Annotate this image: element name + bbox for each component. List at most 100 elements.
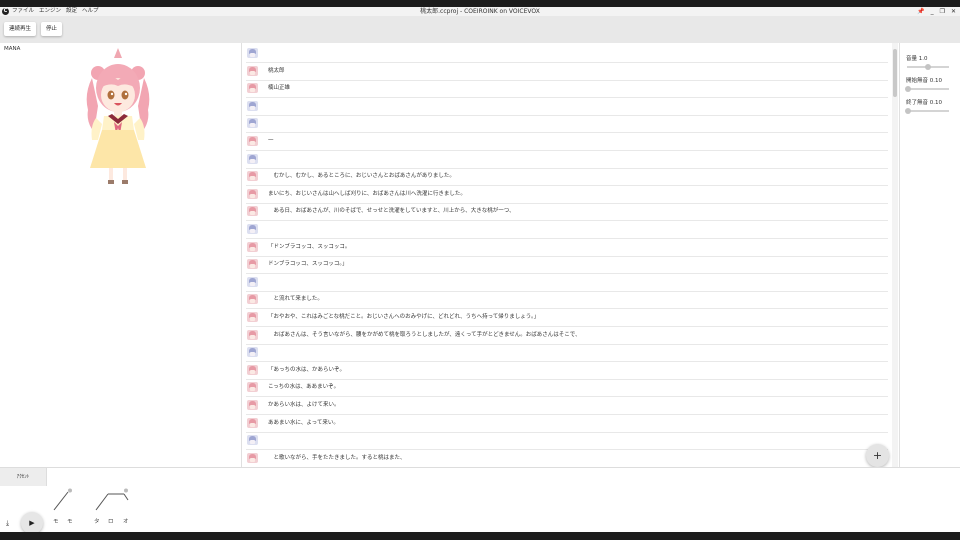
audio-cell-row[interactable]: おばあさんは、そう言いながら、腰をかがめて桃を取ろうとしましたが、遠くって手がと… [246,327,888,345]
speaker-avatar-icon[interactable] [247,171,258,182]
list-scrollbar[interactable] [892,43,898,467]
post-silence-slider[interactable] [905,108,949,114]
mora-label: オ [123,519,129,525]
audio-cell-row[interactable] [246,432,888,451]
audio-cell-row[interactable] [246,45,888,63]
pre-silence-label: 開始無音 0.10 [906,78,942,84]
speaker-avatar-icon[interactable] [247,347,258,358]
audio-cell-row[interactable]: 「ドンブラコッコ、スッコッコ。 [246,239,888,257]
pin-icon[interactable]: 📌 [917,7,924,16]
download-icon[interactable]: ⤓ [6,519,9,528]
stop-button[interactable]: 停止 [41,22,63,36]
audio-cell-row[interactable]: かあらい水は、よけて来い。 [246,397,888,415]
speaker-avatar-icon[interactable] [247,100,258,111]
character-portrait-pane: MANA [0,43,242,467]
audio-cell-row[interactable]: むかし、むかし、あるところに、おじいさんとおばあさんがありました。 [246,168,888,187]
audio-cell-row[interactable]: まいにち、おじいさんは山へしば刈りに、おばあさんは川へ洗濯に行きました。 [246,186,888,204]
cell-text[interactable]: ドンブラコッコ、スッコッコ。」 [268,256,348,273]
window-controls: 📌 _ ❐ ✕ [917,7,956,16]
window-title: 桃太郎.ccproj - COEIROINK on VOICEVOX [420,8,540,15]
speaker-avatar-icon[interactable] [247,136,258,146]
speaker-avatar-icon[interactable] [247,153,258,164]
audio-cell-row[interactable]: 「あっちの水は、かあらいぞ。 [246,362,888,380]
cell-text[interactable]: と流れて来ました。 [268,291,323,308]
speaker-avatar-icon[interactable] [247,312,258,322]
speaker-avatar-icon[interactable] [247,276,258,287]
mora-label: モ [53,519,59,525]
minimize-icon[interactable]: _ [931,7,934,16]
speaker-avatar-icon[interactable] [247,188,258,199]
scrollbar-thumb[interactable] [893,49,897,97]
speaker-avatar-icon[interactable] [247,65,258,76]
accent-phrase-graph[interactable] [50,488,140,514]
speaker-avatar-icon[interactable] [247,364,258,375]
cell-text[interactable]: まいにち、おじいさんは山へしば刈りに、おばあさんは川へ洗濯に行きました。 [268,186,466,203]
audio-cell-row[interactable] [246,115,888,134]
post-silence-slider-knob[interactable] [905,108,912,114]
toolbar: 連続再生 停止 [0,16,960,43]
audio-cell-row[interactable] [246,221,888,239]
audio-cell-row[interactable]: ああまい水に、よって来い。 [246,415,888,433]
audio-cell-row[interactable] [246,344,888,363]
speaker-avatar-icon[interactable] [247,294,258,305]
post-silence-label: 終了無音 0.10 [906,100,942,106]
cell-text[interactable]: かあらい水は、よけて来い。 [268,397,340,414]
audio-cell-row[interactable] [246,98,888,116]
audio-cell-row[interactable]: 一 [246,133,888,151]
audio-cell-row[interactable]: と流れて来ました。 [246,291,888,310]
speaker-avatar-icon[interactable] [247,241,258,252]
speaker-avatar-icon[interactable] [247,382,258,393]
speaker-avatar-icon[interactable] [247,259,258,270]
cell-text[interactable]: おばあさんは、そう言いながら、腰をかがめて桃を取ろうとしましたが、遠くって手がと… [268,327,581,344]
audio-cell-row[interactable]: と歌いながら、手をたたきました。すると桃はまた、 [246,450,888,467]
speaker-avatar-icon[interactable] [247,48,258,58]
cell-text[interactable]: むかし、むかし、あるところに、おじいさんとおばあさんがありました。 [268,168,455,185]
speaker-avatar-icon[interactable] [247,400,258,410]
volume-label: 音量 1.0 [906,56,928,62]
audio-cell-row[interactable]: 「おやおや、これはみごとな桃だこと。おじいさんへのおみやげに、どれどれ、うちへ持… [246,309,888,327]
audio-cell-row[interactable] [246,151,888,169]
audio-cell-row[interactable]: こっちの水は、ああまいぞ。 [246,379,888,398]
cell-text[interactable]: と歌いながら、手をたたきました。すると桃はまた、 [268,450,406,467]
parameter-panel: 音量 1.0 開始無音 0.10 終了無音 0.10 [899,43,960,467]
speaker-avatar-icon[interactable] [247,417,258,428]
audio-cell-row[interactable]: ある日、おばあさんが、川のそばで、せっせと洗濯をしていますと、川上から、大きな桃… [246,203,888,222]
volume-slider-knob[interactable] [925,64,931,70]
speaker-avatar-icon[interactable] [247,452,258,463]
speaker-avatar-icon[interactable] [247,435,258,446]
cell-text[interactable]: 一 [268,133,274,150]
tab-accent[interactable]: ｱｸｾﾝﾄ [0,468,47,486]
mora-label: モ [67,519,73,525]
audio-cell-row[interactable]: 桃太郎 [246,63,888,81]
mora-label: ロ [108,519,114,525]
cell-text[interactable]: ある日、おばあさんが、川のそばで、せっせと洗濯をしていますと、川上から、大きな桃… [268,203,515,220]
cell-text[interactable]: こっちの水は、ああまいぞ。 [268,379,339,396]
volume-slider[interactable] [907,64,949,70]
cell-text[interactable]: 「あっちの水は、かあらいぞ。 [268,362,345,379]
cell-text[interactable]: 「ドンブラコッコ、スッコッコ。 [268,239,350,256]
cell-text[interactable]: 桃太郎 [268,63,285,80]
speaker-avatar-icon[interactable] [247,118,258,129]
maximize-icon[interactable]: ❐ [940,7,945,16]
cell-text[interactable]: 「おやおや、これはみごとな桃だこと。おじいさんへのおみやげに、どれどれ、うちへ持… [268,309,539,326]
speaker-avatar-icon[interactable] [247,329,258,340]
title-bar: C ファイル エンジン 設定 ヘルプ 桃太郎.ccproj - COEIROIN… [0,7,960,16]
cell-text[interactable]: 楠山正雄 [268,80,290,97]
pre-silence-slider-knob[interactable] [905,86,912,92]
audio-cell-list: 桃太郎 楠山正雄一 むかし、むかし、あるところに、おじいさんとおばあさんがありまし… [242,43,890,467]
play-all-button[interactable]: 連続再生 [4,22,37,36]
add-cell-button[interactable]: + [866,444,889,467]
audio-cell-row[interactable] [246,274,888,292]
cell-text[interactable]: ああまい水に、よって来い。 [268,415,339,432]
bottom-pane: ｱｸｾﾝﾄ モ モ タ ロ オ ⤓ ▶ [0,467,960,532]
close-icon[interactable]: ✕ [951,7,956,16]
speaker-avatar-icon[interactable] [247,224,258,234]
audio-cell-row[interactable]: 楠山正雄 [246,80,888,99]
play-button[interactable]: ▶ [21,512,43,532]
speaker-avatar-icon[interactable] [247,206,258,217]
mora-label: タ [94,519,100,525]
audio-cell-row[interactable]: ドンブラコッコ、スッコッコ。」 [246,256,888,275]
app-window: C ファイル エンジン 設定 ヘルプ 桃太郎.ccproj - COEIROIN… [0,7,960,532]
pre-silence-slider[interactable] [905,86,949,92]
speaker-avatar-icon[interactable] [247,83,258,94]
